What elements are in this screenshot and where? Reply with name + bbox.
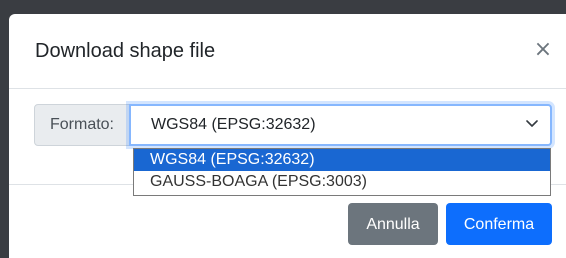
option-wgs84[interactable]: WGS84 (EPSG:32632) — [134, 149, 550, 171]
format-select[interactable]: WGS84 (EPSG:32632) — [129, 104, 552, 146]
format-select-value: WGS84 (EPSG:32632) — [151, 116, 316, 133]
confirm-button[interactable]: Conferma — [446, 203, 552, 245]
download-modal: Download shape file × Formato: WGS84 (EP… — [9, 14, 566, 258]
format-label: Formato: — [34, 104, 130, 146]
format-dropdown-list: WGS84 (EPSG:32632) GAUSS-BOAGA (EPSG:300… — [133, 148, 551, 196]
format-input-group: Formato: WGS84 (EPSG:32632) — [34, 104, 552, 146]
option-gauss-boaga[interactable]: GAUSS-BOAGA (EPSG:3003) — [134, 171, 550, 193]
modal-title: Download shape file — [35, 40, 216, 62]
cancel-button[interactable]: Annulla — [348, 203, 438, 245]
chevron-down-icon — [526, 120, 538, 127]
modal-header: Download shape file × — [9, 14, 566, 89]
close-button[interactable]: × — [531, 36, 555, 64]
close-icon: × — [533, 37, 553, 62]
